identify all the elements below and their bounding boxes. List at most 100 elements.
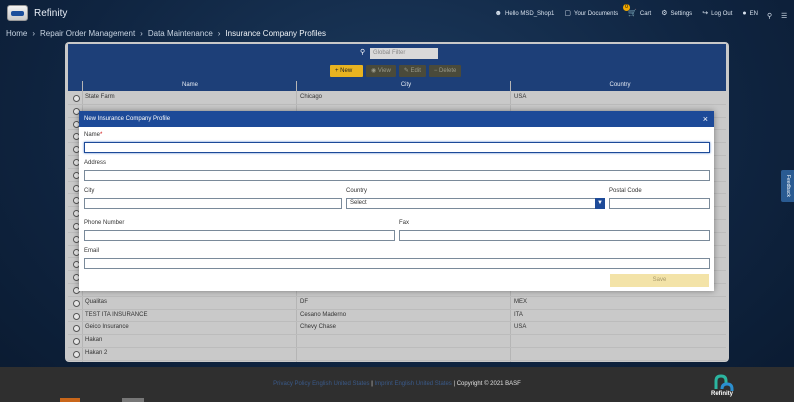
app-brand: Refinity: [34, 8, 68, 19]
cell-city: Chevy Chase: [300, 324, 337, 331]
copyright-text: Copyright © 2021 BASF: [456, 381, 521, 387]
close-icon[interactable]: ×: [703, 111, 708, 127]
view-label: View: [377, 68, 391, 74]
logout-label: Log Out: [711, 10, 733, 17]
documents-label: Your Documents: [574, 10, 619, 17]
privacy-link[interactable]: Privacy Policy English United States: [273, 381, 369, 387]
footer-links: Privacy Policy English United States | I…: [273, 381, 521, 387]
table-row[interactable]: State Farm Chicago USA: [68, 92, 726, 105]
imprint-link[interactable]: Imprint English United States: [374, 381, 451, 387]
email-field[interactable]: [84, 258, 710, 269]
user-icon: ☻: [494, 10, 503, 17]
top-bar: Refinity ☻ Hello MSD_Shop1 ▢ Your Document…: [0, 0, 794, 27]
address-label: Address: [84, 160, 107, 166]
phone-label: Phone Number: [84, 220, 125, 226]
cell-name: Hakan: [85, 337, 103, 344]
postal-code-field[interactable]: [609, 198, 710, 209]
settings-link[interactable]: ⚙ Settings: [661, 10, 692, 17]
chevron-right-icon: ›: [217, 29, 221, 38]
cell-city: Cesano Maderno: [300, 311, 347, 318]
new-insurance-modal: New Insurance Company Profile × Name* Ad…: [79, 111, 714, 291]
hamburger-menu-icon[interactable]: ☰: [781, 12, 787, 20]
table-row[interactable]: Qualitas DF MEX: [68, 297, 726, 310]
view-button[interactable]: ◉ View: [366, 65, 396, 77]
breadcrumb: Home › Repair Order Management › Data Main…: [6, 29, 326, 38]
save-button[interactable]: Save: [610, 274, 709, 287]
table-row[interactable]: TEST ITA INSURANCE Cesano Maderno ITA: [68, 310, 726, 323]
cart-count-badge: 0: [623, 4, 630, 11]
edit-label: Edit: [410, 68, 421, 74]
cart-icon: 🛒: [628, 10, 637, 17]
row-select-radio[interactable]: [73, 350, 80, 358]
row-select-radio[interactable]: [73, 338, 80, 346]
row-select-radio[interactable]: [73, 95, 80, 102]
cell-country: USA: [514, 94, 527, 100]
name-label-text: Name: [84, 132, 101, 138]
breadcrumb-home[interactable]: Home: [6, 29, 27, 38]
logout-icon: ↪: [702, 10, 709, 17]
table-row[interactable]: Hakan 2: [68, 348, 726, 361]
modal-header: New Insurance Company Profile ×: [79, 111, 714, 127]
city-field[interactable]: [84, 198, 342, 209]
taskbar-item: [122, 398, 144, 402]
breadcrumb-repair-order[interactable]: Repair Order Management: [40, 29, 135, 38]
breadcrumb-current: Insurance Company Profiles: [225, 29, 326, 38]
table-header: Name City Country: [68, 81, 726, 91]
edit-button[interactable]: ✎ Edit: [398, 65, 426, 77]
row-select-radio[interactable]: [73, 325, 80, 333]
cell-city: Chicago: [300, 94, 323, 100]
row-select-radio[interactable]: [73, 312, 80, 320]
name-field[interactable]: [84, 142, 710, 153]
global-filter-input[interactable]: Global Filter: [370, 48, 438, 59]
cart-link[interactable]: 🛒 Cart: [628, 10, 651, 17]
feedback-tab[interactable]: Feedback: [781, 170, 794, 202]
taskbar-item: [60, 398, 80, 402]
user-label: Hello MSD_Shop1: [505, 10, 555, 17]
column-header-country[interactable]: Country: [514, 82, 726, 88]
search-icon: ⚲: [360, 49, 366, 56]
app-background: Refinity ☻ Hello MSD_Shop1 ▢ Your Document…: [0, 0, 794, 402]
top-nav: ☻ Hello MSD_Shop1 ▢ Your Documents 🛒 Cart ⚙…: [495, 10, 758, 17]
language-label: EN: [749, 10, 758, 17]
chevron-down-icon[interactable]: ▼: [595, 198, 605, 209]
cell-name: Hakan 2: [85, 349, 108, 356]
logout-link[interactable]: ↪ Log Out: [702, 10, 732, 17]
country-select-value: Select: [350, 200, 367, 206]
address-field[interactable]: [84, 170, 710, 181]
user-menu[interactable]: ☻ Hello MSD_Shop1: [495, 10, 555, 17]
column-header-city[interactable]: City: [299, 82, 513, 88]
postal-code-label: Postal Code: [609, 188, 642, 194]
row-select-radio[interactable]: [73, 299, 80, 307]
cell-name: Geico Insurance: [85, 324, 129, 331]
phone-field[interactable]: [84, 230, 395, 241]
breadcrumb-data-maintenance[interactable]: Data Maintenance: [148, 29, 213, 38]
table-row[interactable]: Geico Insurance Chevy Chase USA: [68, 322, 726, 336]
new-label: New: [340, 68, 353, 74]
folder-icon: ▢: [564, 10, 572, 17]
cell-name: TEST ITA INSURANCE: [85, 311, 148, 318]
fax-field[interactable]: [399, 230, 710, 241]
documents-link[interactable]: ▢ Your Documents: [564, 10, 618, 17]
grid-toolbar: ⚲ Global Filter + New ◉ View ✎ Edit − De…: [68, 44, 726, 81]
country-select[interactable]: Select ▼: [346, 198, 605, 209]
basf-logo[interactable]: [7, 5, 28, 21]
chevron-right-icon: ›: [32, 29, 36, 38]
email-label: Email: [84, 248, 100, 254]
cell-city: DF: [300, 298, 308, 305]
cell-country: MEX: [514, 298, 528, 305]
cell-country: ITA: [514, 311, 523, 318]
language-selector[interactable]: ● EN: [742, 10, 758, 17]
table-row[interactable]: Hakan: [68, 335, 726, 348]
settings-label: Settings: [670, 10, 693, 17]
required-marker: *: [100, 132, 103, 138]
modal-title: New Insurance Company Profile: [84, 116, 171, 122]
name-label: Name*: [84, 132, 102, 138]
column-header-name[interactable]: Name: [82, 82, 298, 88]
delete-label: Delete: [439, 68, 457, 74]
chevron-right-icon: ›: [140, 29, 143, 38]
search-icon[interactable]: ⚲: [767, 12, 772, 20]
delete-button[interactable]: − Delete: [428, 65, 462, 77]
fax-label: Fax: [399, 220, 410, 226]
cart-label: Cart: [639, 10, 652, 17]
new-button[interactable]: + New: [330, 65, 363, 77]
